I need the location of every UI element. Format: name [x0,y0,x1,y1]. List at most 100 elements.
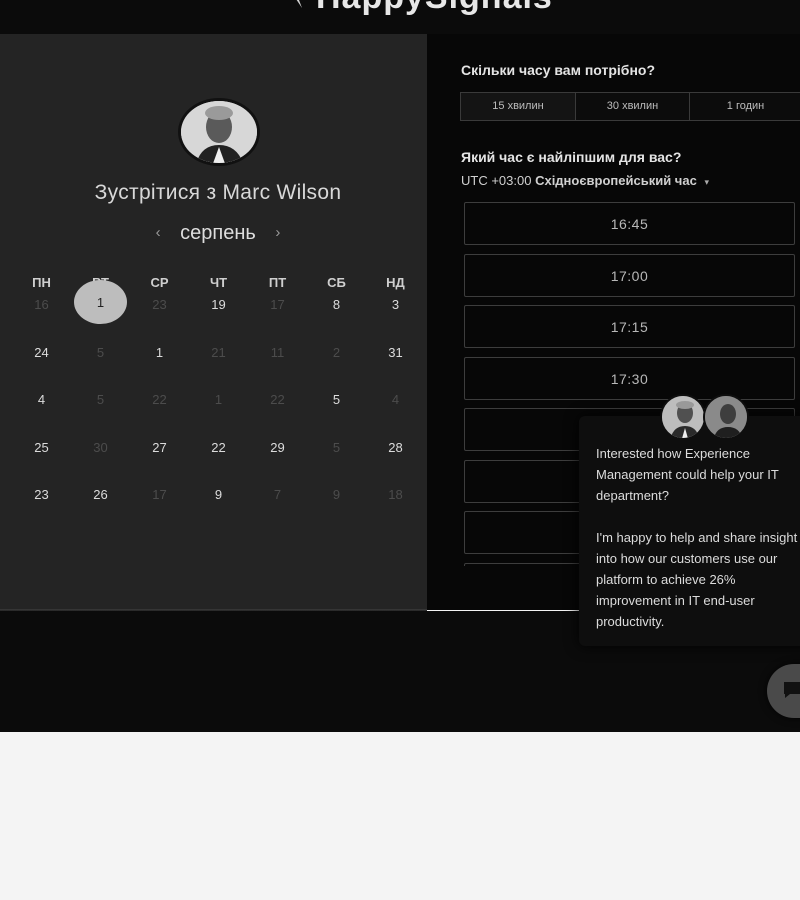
weekday-header: СБ [327,275,346,290]
calendar-day-number: 1 [96,295,105,310]
weekday-header: ЧТ [209,275,228,290]
calendar-day-number: 22 [211,439,226,455]
calendar-day-number: 7 [273,487,282,502]
calendar-day-number: 1 [155,344,164,360]
calendar-day-number: 9 [332,487,341,502]
calendar-day-number: 5 [96,344,105,360]
time-slot[interactable]: 17:30 [464,356,795,400]
time-slot[interactable]: 17:15 [464,305,795,348]
time-slot[interactable]: 17:00 [464,253,795,297]
calendar-day: 2 [307,340,366,388]
speech-bubble-logo-icon [296,0,302,8]
duration-question: Скільки часу вам потрібно? [461,62,656,78]
calendar-day[interactable]: 29 [248,435,307,483]
calendar-day-number: 8 [332,297,341,312]
calendar-day-number: 29 [270,439,285,455]
calendar-day: 5 [71,340,130,388]
calendar-day-number: 28 [388,439,403,455]
calendar-day[interactable]: 24 [12,340,71,388]
calendar-day: 4 [366,387,425,435]
calendar-day[interactable]: 31 [366,340,425,388]
calendar-day-number: 26 [93,487,108,502]
next-month-button[interactable]: › [261,224,294,241]
calendar-day-number: 11 [270,344,285,360]
chat-invitation-popup[interactable]: Interested how Experience Management cou… [579,416,800,646]
weekday-header: НД [386,275,405,290]
calendar-day: 16 [12,292,71,340]
calendar-day[interactable]: 25 [12,435,71,483]
calendar-day-number: 23 [34,487,49,502]
calendar-day[interactable]: 26 [71,482,130,530]
calendar-day-number: 17 [270,297,285,312]
host-avatar [178,98,260,166]
calendar-day-number: 18 [388,487,403,502]
top-bar: HappySignals [0,0,800,34]
weekday-header: СР [150,275,169,290]
duration-option-60[interactable]: 1 годин [690,93,800,120]
calendar-day[interactable]: 8 [307,292,366,340]
time-question: Який час є найліпшим для вас? [461,149,682,165]
calendar-day: 5 [71,387,130,435]
calendar-day-selected[interactable]: 1 [71,280,130,340]
calendar-day[interactable]: 28 [366,435,425,483]
calendar-day: 7 [248,482,307,530]
calendar-day[interactable]: 1 [130,340,189,388]
calendar-day: 5 [307,435,366,483]
timezone-name: Східноєвропейський час [535,173,697,188]
calendar-day: 17 [248,292,307,340]
time-slot[interactable]: 16:45 [464,202,795,245]
calendar-day[interactable]: 23 [12,482,71,530]
calendar-day[interactable]: 9 [189,482,248,530]
weekday-header: ПН [32,275,51,290]
calendar-day: 22 [248,387,307,435]
calendar-day: 18 [366,482,425,530]
calendar-day-number: 2 [332,344,341,360]
calendar-day-number: 5 [332,392,341,407]
calendar-day-number: 27 [152,439,167,455]
calendar-day: 22 [130,387,189,435]
calendar-day[interactable]: 4 [12,387,71,435]
month-label: серпень [180,222,256,244]
calendar-day-number: 19 [211,297,226,312]
popup-text-1: Interested how Experience Management cou… [596,446,779,503]
calendar-day-number: 1 [214,392,223,407]
calendar-day-number: 17 [152,487,167,502]
calendar-day-number: 5 [96,392,105,407]
timezone-offset: UTC +03:00 [461,173,532,188]
calendar-day[interactable]: 22 [189,435,248,483]
calendar-day-number: 23 [152,297,167,312]
calendar-day[interactable]: 19 [189,292,248,340]
calendar-day-number: 31 [388,344,403,360]
chat-bubble-icon [784,682,800,698]
calendar-day[interactable]: 5 [307,387,366,435]
prev-month-button[interactable]: ‹ [142,224,175,241]
meeting-title: Зустрітися з Marc Wilson [94,181,342,204]
calendar-day[interactable]: 27 [130,435,189,483]
calendar-day-number: 4 [391,392,400,407]
calendar-day-number: 22 [152,392,167,407]
weekday-header: ПТ [268,275,287,290]
duration-option-30[interactable]: 30 хвилин [576,93,690,120]
calendar-day-number: 22 [270,392,285,407]
page-background [0,732,800,900]
calendar-day-number: 24 [34,344,49,360]
calendar-day: 21 [189,340,248,388]
chevron-down-icon: ▾ [704,177,709,187]
calendar-day-number: 21 [211,344,226,360]
calendar-day: 11 [248,340,307,388]
calendar-day-number: 9 [214,487,223,502]
month-navigation: ‹ серпень › [0,222,436,245]
calendar-day-number: 16 [34,297,49,312]
duration-option-15[interactable]: 15 хвилин [461,93,576,120]
brand-name[interactable]: HappySignals [316,0,553,17]
calendar-day: 23 [130,292,189,340]
duration-selector: 15 хвилин 30 хвилин 1 годин [460,92,800,121]
calendar-day[interactable]: 3 [366,292,425,340]
calendar-day: 9 [307,482,366,530]
calendar-day-number: 30 [93,439,108,455]
calendar-day: 30 [71,435,130,483]
timezone-selector[interactable]: UTC +03:00 Східноєвропейський час ▾ [461,173,709,188]
calendar-day-number: 5 [332,439,341,455]
calendar-day-number: 4 [37,392,46,407]
agent-avatar-1 [660,394,706,440]
